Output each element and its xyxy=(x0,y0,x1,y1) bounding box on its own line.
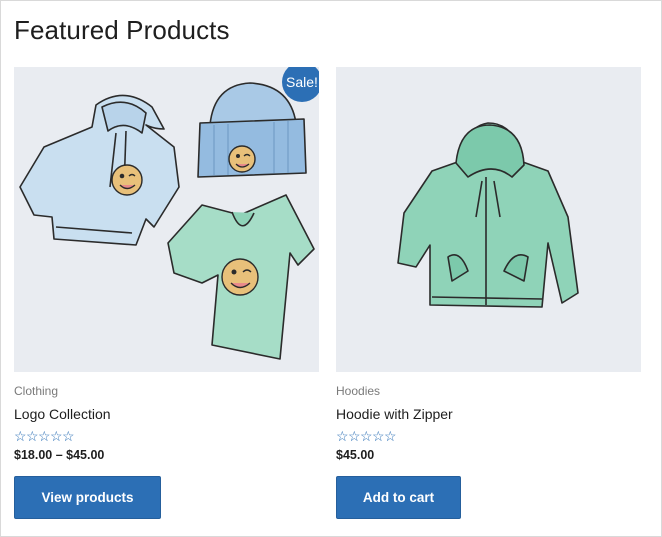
star-outline-icon: ☆ xyxy=(50,428,63,444)
product-price: $18.00 – $45.00 xyxy=(14,448,105,462)
section-title: Featured Products xyxy=(14,15,230,45)
star-outline-icon: ☆ xyxy=(384,428,397,444)
product-card-hoodie-with-zipper: Hoodies Hoodie with Zipper ☆ ☆ ☆ ☆ ☆ $45… xyxy=(336,67,641,519)
add-to-cart-button[interactable]: Add to cart xyxy=(336,476,461,519)
star-outline-icon: ☆ xyxy=(360,428,373,444)
product-category[interactable]: Clothing xyxy=(14,384,319,398)
product-title[interactable]: Logo Collection xyxy=(14,406,319,422)
star-outline-icon: ☆ xyxy=(26,428,39,444)
star-outline-icon: ☆ xyxy=(372,428,385,444)
product-category[interactable]: Hoodies xyxy=(336,384,641,398)
product-price: $45.00 xyxy=(336,448,375,462)
star-outline-icon: ☆ xyxy=(336,428,349,444)
sale-badge: Sale! xyxy=(282,67,319,102)
star-outline-icon: ☆ xyxy=(62,428,75,444)
view-products-button[interactable]: View products xyxy=(14,476,161,519)
clothing-collection-illustration xyxy=(19,82,315,360)
star-outline-icon: ☆ xyxy=(348,428,361,444)
hoodie-illustration xyxy=(397,122,579,308)
star-outline-icon: ☆ xyxy=(14,428,27,444)
star-rating: ☆ ☆ ☆ ☆ ☆ xyxy=(336,429,641,443)
product-image-logo-collection[interactable]: Sale! xyxy=(14,67,319,372)
product-card-logo-collection: Sale! Clothing Logo Collection ☆ ☆ ☆ ☆ ☆… xyxy=(14,67,319,519)
star-rating: ☆ ☆ ☆ ☆ ☆ xyxy=(14,429,319,443)
product-image-hoodie-with-zipper[interactable] xyxy=(336,67,641,372)
product-title[interactable]: Hoodie with Zipper xyxy=(336,406,641,422)
star-outline-icon: ☆ xyxy=(38,428,51,444)
